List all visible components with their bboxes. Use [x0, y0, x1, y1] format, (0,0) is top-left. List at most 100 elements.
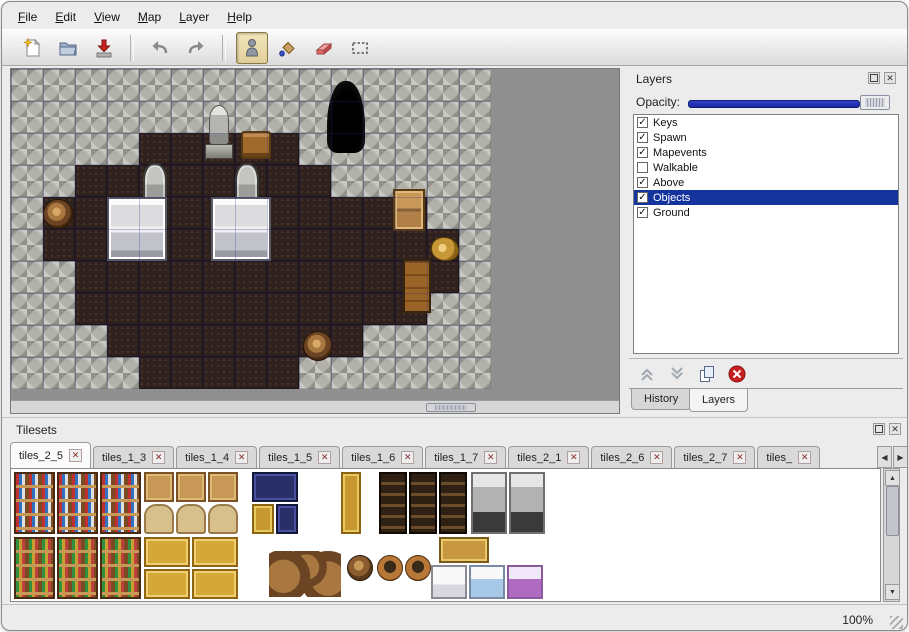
menu-view[interactable]: View	[86, 7, 128, 27]
map-tile[interactable]	[331, 357, 363, 389]
map-tile[interactable]	[11, 261, 43, 293]
tileset-tab-tiles_2_6[interactable]: tiles_2_6✕	[591, 446, 672, 469]
tileset-item-crate[interactable]	[144, 472, 174, 502]
tileset-item-shelf[interactable]	[14, 472, 55, 534]
map-tile[interactable]	[75, 197, 107, 229]
tileset-item-crate[interactable]	[208, 472, 238, 502]
move-layer-down-button[interactable]	[667, 364, 687, 384]
map-tile[interactable]	[171, 69, 203, 101]
map-tile[interactable]	[363, 325, 395, 357]
map-tile[interactable]	[107, 101, 139, 133]
menu-layer[interactable]: Layer	[171, 7, 217, 27]
map-tile[interactable]	[427, 69, 459, 101]
tab-close-icon[interactable]: ✕	[650, 451, 663, 464]
stamp-tool-button[interactable]	[236, 32, 268, 64]
tileset-item-gold-panel[interactable]	[252, 504, 274, 534]
map-tile[interactable]	[459, 293, 491, 325]
map-tile[interactable]	[43, 69, 75, 101]
tileset-item-crate[interactable]	[176, 472, 206, 502]
map-object-cave[interactable]	[327, 81, 365, 153]
map-object-statue[interactable]	[205, 105, 233, 159]
map-object-crate-stack[interactable]	[393, 189, 425, 231]
layer-row-above[interactable]: ✓Above	[634, 175, 898, 190]
map-tile[interactable]	[331, 325, 363, 357]
map-tile[interactable]	[203, 165, 235, 197]
resize-grip[interactable]	[890, 616, 903, 629]
map-tile[interactable]	[171, 357, 203, 389]
tileset-tab-tiles_2_1[interactable]: tiles_2_1✕	[508, 446, 589, 469]
tileset-item-gold-panel[interactable]	[341, 472, 361, 534]
map-tile[interactable]	[363, 197, 395, 229]
map-tile[interactable]	[427, 261, 459, 293]
map-tile[interactable]	[363, 69, 395, 101]
map-tile[interactable]	[171, 197, 203, 229]
map-tile[interactable]	[139, 101, 171, 133]
map-object-altar[interactable]	[211, 197, 271, 261]
map-tile[interactable]	[11, 293, 43, 325]
map-tile[interactable]	[107, 357, 139, 389]
map-tile[interactable]	[459, 261, 491, 293]
map-canvas[interactable]	[11, 69, 491, 389]
tileset-canvas[interactable]	[10, 468, 881, 602]
map-tile[interactable]	[11, 357, 43, 389]
duplicate-layer-button[interactable]	[697, 364, 717, 384]
map-tile[interactable]	[363, 133, 395, 165]
tileset-item-bed-purple[interactable]	[507, 565, 543, 599]
save-button[interactable]	[88, 32, 120, 64]
map-tile[interactable]	[299, 357, 331, 389]
map-object-barrel[interactable]	[303, 331, 333, 361]
map-tile[interactable]	[43, 101, 75, 133]
map-tile[interactable]	[11, 101, 43, 133]
map-tile[interactable]	[171, 325, 203, 357]
map-tile[interactable]	[267, 229, 299, 261]
map-horizontal-scrollbar[interactable]	[11, 400, 619, 413]
map-tile[interactable]	[203, 261, 235, 293]
map-tile[interactable]	[139, 293, 171, 325]
new-map-button[interactable]	[16, 32, 48, 64]
map-tile[interactable]	[75, 293, 107, 325]
delete-layer-button[interactable]	[727, 364, 747, 384]
tileset-item-bed-blue[interactable]	[469, 565, 505, 599]
menu-help[interactable]: Help	[219, 7, 260, 27]
map-tile[interactable]	[139, 261, 171, 293]
layer-checkbox[interactable]	[637, 162, 648, 173]
map-tile[interactable]	[139, 325, 171, 357]
map-tile[interactable]	[299, 293, 331, 325]
open-button[interactable]	[52, 32, 84, 64]
tilesets-float-button[interactable]	[873, 423, 885, 435]
eraser-tool-button[interactable]	[308, 32, 340, 64]
tileset-item-sack[interactable]	[144, 504, 174, 534]
map-tile[interactable]	[363, 229, 395, 261]
map-tile[interactable]	[75, 133, 107, 165]
map-tile[interactable]	[107, 325, 139, 357]
map-tile[interactable]	[459, 229, 491, 261]
tileset-item-sack[interactable]	[176, 504, 206, 534]
tileset-item-dark-shelf[interactable]	[439, 472, 467, 534]
map-tile[interactable]	[427, 293, 459, 325]
map-tile[interactable]	[299, 165, 331, 197]
tileset-item-stone-block[interactable]	[471, 472, 507, 534]
map-tile[interactable]	[171, 261, 203, 293]
tileset-item-sack[interactable]	[208, 504, 238, 534]
tileset-item-barrel-group[interactable]	[269, 551, 341, 597]
layer-checkbox[interactable]: ✓	[637, 147, 648, 158]
move-layer-up-button[interactable]	[637, 364, 657, 384]
opacity-slider-handle[interactable]	[860, 95, 890, 110]
redo-button[interactable]	[180, 32, 212, 64]
layer-row-keys[interactable]: ✓Keys	[634, 115, 898, 130]
tileset-item-dark-shelf[interactable]	[409, 472, 437, 534]
map-tile[interactable]	[331, 165, 363, 197]
map-object-table[interactable]	[241, 131, 271, 159]
map-tile[interactable]	[395, 229, 427, 261]
map-tile[interactable]	[459, 133, 491, 165]
map-tile[interactable]	[203, 69, 235, 101]
map-tile[interactable]	[43, 165, 75, 197]
tilesets-close-button[interactable]: ✕	[889, 423, 901, 435]
map-tile[interactable]	[331, 229, 363, 261]
tab-close-icon[interactable]: ✕	[401, 451, 414, 464]
layer-list[interactable]: ✓Keys✓Spawn✓MapeventsWalkable✓Above✓Obje…	[633, 114, 899, 354]
tileset-tab-tiles_2_7[interactable]: tiles_2_7✕	[674, 446, 755, 469]
map-tile[interactable]	[267, 69, 299, 101]
scroll-up-button[interactable]: ▲	[885, 470, 900, 486]
tileset-tab-tiles_2_5[interactable]: tiles_2_5✕	[10, 442, 91, 468]
